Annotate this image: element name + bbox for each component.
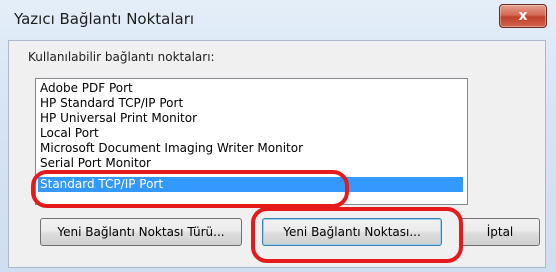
new-port-button[interactable]: Yeni Bağlantı Noktası... [262, 218, 442, 246]
new-port-type-button[interactable]: Yeni Bağlantı Noktası Türü... [40, 218, 242, 246]
ports-list-label: Kullanılabilir bağlantı noktaları: [28, 50, 215, 64]
window-title: Yazıcı Bağlantı Noktaları [14, 10, 195, 28]
close-icon: x [518, 8, 528, 24]
dialog-window: Yazıcı Bağlantı Noktaları x Kullanılabil… [0, 0, 556, 272]
list-item[interactable]: Microsoft Document Imaging Writer Monito… [38, 141, 463, 156]
list-item-selected[interactable]: Standard TCP/IP Port [38, 177, 463, 192]
ports-listbox[interactable]: Adobe PDF Port HP Standard TCP/IP Port H… [35, 78, 468, 205]
close-button[interactable]: x [499, 4, 547, 28]
list-item[interactable]: Serial Port Monitor [38, 156, 463, 171]
list-item[interactable]: Local Port [38, 126, 463, 141]
list-item[interactable]: Adobe PDF Port [38, 81, 463, 96]
list-item[interactable]: HP Standard TCP/IP Port [38, 96, 463, 111]
cancel-button[interactable]: İptal [460, 218, 540, 246]
list-item[interactable]: HP Universal Print Monitor [38, 111, 463, 126]
title-bar[interactable]: Yazıcı Bağlantı Noktaları x [0, 0, 556, 40]
